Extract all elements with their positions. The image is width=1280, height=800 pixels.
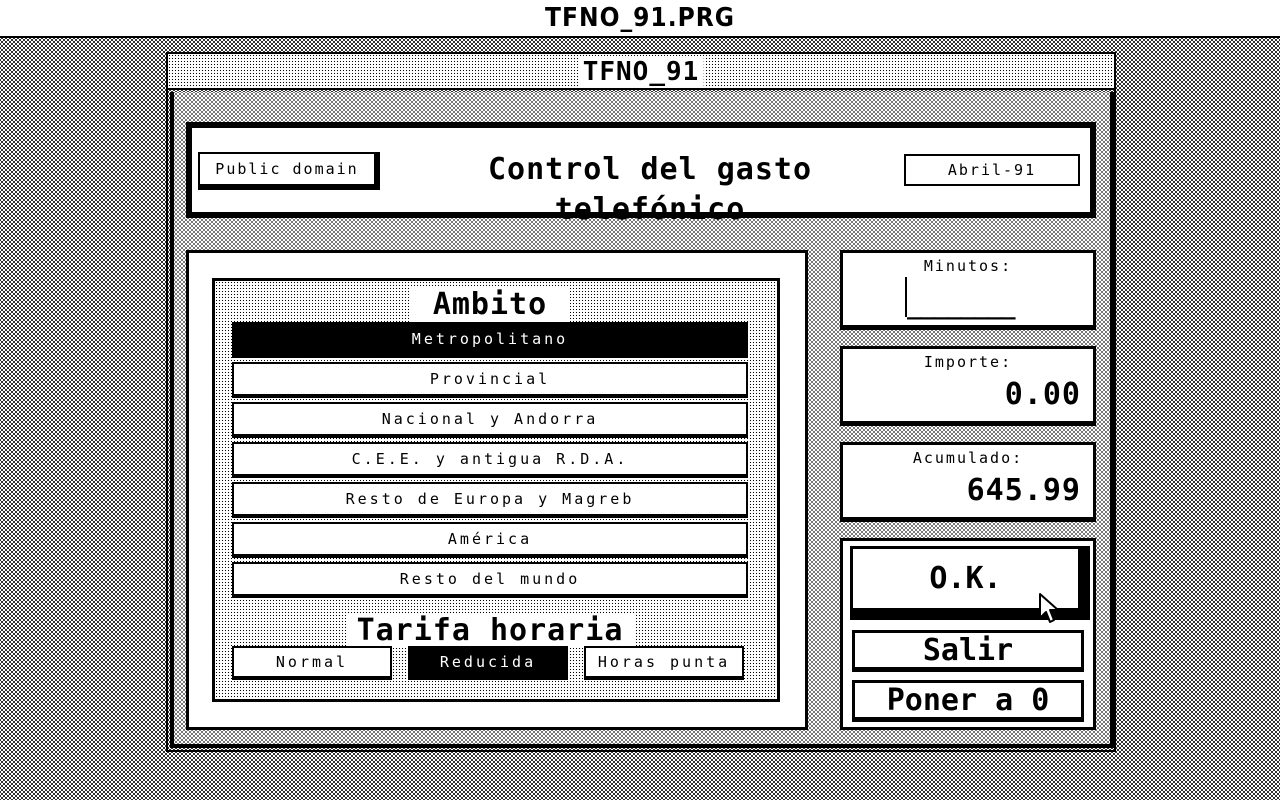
ambito-option-america[interactable]: América	[232, 522, 748, 558]
tarifa-option-normal[interactable]: Normal	[232, 646, 392, 680]
ambito-option-cee[interactable]: C.E.E. y antigua R.D.A.	[232, 442, 748, 478]
window-titlebar[interactable]: TFNO_91	[168, 54, 1114, 90]
poner-a-0-button[interactable]: Poner a 0	[852, 680, 1084, 722]
importe-value: 0.00	[1004, 377, 1081, 412]
ambito-option-metropolitano[interactable]: Metropolitano	[232, 322, 748, 358]
acumulado-value: 645.99	[966, 473, 1081, 508]
ambito-option-nacional[interactable]: Nacional y Andorra	[232, 402, 748, 438]
date-label: Abril-91	[904, 154, 1080, 186]
minutos-box: Minutos: ________	[840, 250, 1096, 330]
minutos-label: Minutos:	[923, 257, 1013, 275]
tarifa-title: Tarifa horaria	[346, 614, 634, 648]
ambito-option-resto-mundo[interactable]: Resto del mundo	[232, 562, 748, 598]
mouse-arrow-icon	[1039, 593, 1059, 623]
minutos-input-value: ________	[907, 292, 1016, 320]
public-domain-badge: Public domain	[198, 152, 380, 190]
ambito-option-provincial[interactable]: Provincial	[232, 362, 748, 398]
program-title-bar: TFNO_91.PRG	[0, 0, 1280, 38]
importe-label: Importe:	[923, 353, 1013, 371]
acumulado-label: Acumulado:	[912, 449, 1024, 467]
acumulado-box: Acumulado: 645.99	[840, 442, 1096, 522]
program-title: TFNO_91.PRG	[545, 3, 735, 33]
salir-button[interactable]: Salir	[852, 630, 1084, 672]
minutos-input[interactable]: ________	[905, 275, 1033, 320]
ambito-title: Ambito	[410, 288, 570, 322]
tarifa-option-horas-punta[interactable]: Horas punta	[584, 646, 744, 680]
app-title: Control del gasto telefónico	[487, 152, 813, 227]
window-title: TFNO_91	[578, 58, 704, 86]
tarifa-option-reducida[interactable]: Reducida	[408, 646, 568, 680]
ambito-option-europa[interactable]: Resto de Europa y Magreb	[232, 482, 748, 518]
importe-box: Importe: 0.00	[840, 346, 1096, 426]
